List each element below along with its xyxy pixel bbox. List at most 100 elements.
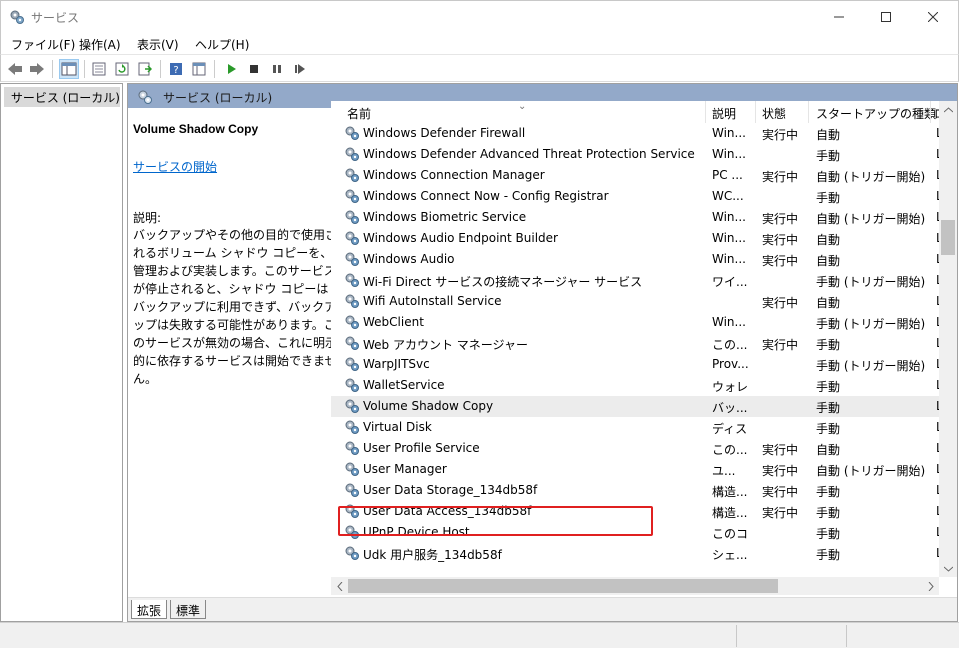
service-row[interactable]: Windows Connect Now - Config Registrar WC… (331, 186, 939, 207)
service-description: この... (712, 338, 748, 352)
scroll-right-icon[interactable] (922, 577, 939, 595)
pause-icon[interactable] (267, 59, 287, 79)
service-description: WC... (712, 189, 744, 203)
service-name: User Profile Service (363, 441, 480, 455)
service-row[interactable]: Windows AudioWin...実行中自動L (331, 249, 939, 270)
services-gear-icon (138, 90, 152, 104)
menu-file[interactable]: ファイル(F) (11, 36, 75, 53)
service-startup-type: 自動 (816, 254, 841, 268)
tab-standard[interactable]: 標準 (170, 600, 207, 619)
service-gear-icon (345, 189, 359, 203)
main-panel: サービス (ローカル) Volume Shadow Copy サービスの開始 説… (127, 83, 958, 622)
horizontal-scrollbar[interactable] (331, 577, 939, 595)
service-description: このコ... (712, 527, 748, 541)
properties-icon[interactable] (89, 59, 109, 79)
stop-icon[interactable] (244, 59, 264, 79)
service-status: 実行中 (762, 254, 799, 268)
service-status: 実行中 (762, 212, 799, 226)
minimize-button[interactable] (816, 1, 862, 33)
service-gear-icon (345, 210, 359, 224)
service-startup-type: 自動 (トリガー開始) (816, 170, 926, 184)
service-row[interactable]: User Data Storage_134db58f構造...実行中手動L (331, 480, 939, 501)
service-row[interactable]: Wifi AutoInstall Service実行中自動L (331, 291, 939, 312)
service-row[interactable]: Windows Defender Advanced Threat Protect… (331, 144, 939, 165)
service-name: Volume Shadow Copy (363, 399, 494, 413)
vertical-scroll-thumb[interactable] (941, 220, 955, 255)
scroll-left-icon[interactable] (331, 577, 348, 595)
service-status: 実行中 (762, 506, 799, 520)
service-status: 実行中 (762, 485, 799, 499)
services-app-icon (10, 10, 24, 24)
service-row[interactable]: Windows Audio Endpoint Builder Win... 実行中 自… (331, 228, 939, 249)
maximize-button[interactable] (863, 1, 909, 33)
service-startup-type: 手動 (トリガー開始) (816, 359, 926, 373)
col-header-description[interactable]: 説明 (712, 105, 736, 122)
close-button[interactable] (910, 1, 956, 33)
service-startup-type: 手動 (816, 422, 841, 436)
back-icon[interactable] (5, 59, 25, 79)
service-description: Win... (712, 315, 746, 329)
tab-extended[interactable]: 拡張 (131, 600, 168, 619)
service-row[interactable]: WarpJITSvcProv...手動 (トリガー開始)L (331, 354, 939, 375)
selected-service-name: Volume Shadow Copy (133, 122, 259, 136)
title-bar: サービス (0, 0, 959, 32)
service-row[interactable]: Udk 用户服务_134db58fシェ...手動L (331, 543, 939, 564)
service-name: User Data Storage_134db58f (363, 483, 538, 497)
service-startup-type: 手動 (トリガー開始) (816, 317, 926, 331)
forward-icon[interactable] (27, 59, 47, 79)
service-row[interactable]: WalletServiceウォレ...手動L (331, 375, 939, 396)
service-startup-type: 自動 (816, 233, 841, 247)
tree-node-services-local[interactable]: サービス (ローカル) (4, 87, 120, 107)
service-row[interactable]: Web アカウント マネージャーこの...実行中手動L (331, 333, 939, 354)
menu-help[interactable]: ヘルプ(H) (195, 36, 249, 53)
service-row[interactable]: Windows Biometric Service Win... 実行中 自動 (トリ… (331, 207, 939, 228)
svg-text:?: ? (173, 65, 178, 76)
service-gear-icon (345, 420, 359, 434)
scroll-up-icon[interactable] (939, 101, 957, 118)
service-description: Win... (712, 231, 746, 245)
service-startup-type: 手動 (816, 191, 841, 205)
service-row[interactable]: Volume Shadow Copyバッ...手動L (331, 396, 939, 417)
refresh-icon[interactable] (112, 59, 132, 79)
service-name: Wi-Fi Direct サービスの接続マネージャー サービス (363, 275, 643, 289)
service-row[interactable]: User Managerユ...実行中自動 (トリガー開始)L (331, 459, 939, 480)
service-row[interactable]: Wi-Fi Direct サービスの接続マネージャー サービス ワイ... 手動 (… (331, 270, 939, 291)
service-row[interactable]: Virtual Diskディス...手動L (331, 417, 939, 438)
start-icon[interactable] (221, 59, 241, 79)
column-headers: ⌄ 名前 説明 状態 スタートアップの種類 ロ (331, 101, 940, 123)
vertical-scrollbar[interactable] (939, 101, 957, 577)
console-icon[interactable] (189, 59, 209, 79)
col-header-startup[interactable]: スタートアップの種類 (816, 105, 936, 122)
menu-view[interactable]: 表示(V) (137, 36, 179, 53)
horizontal-scroll-thumb[interactable] (348, 579, 778, 593)
service-gear-icon (345, 252, 359, 266)
service-gear-icon (345, 336, 359, 350)
service-row[interactable]: Windows Connection Manager PC ... 実行中 自動 (ト… (331, 165, 939, 186)
restart-icon[interactable] (290, 59, 310, 79)
col-header-name[interactable]: 名前 (347, 105, 371, 122)
service-gear-icon (345, 273, 359, 287)
service-startup-type: 手動 (816, 527, 841, 541)
service-row[interactable]: Windows Defender FirewallWin...実行中自動L (331, 123, 939, 144)
service-name: WarpJITSvc (363, 357, 430, 371)
menu-action[interactable]: 操作(A) (79, 36, 121, 53)
service-row[interactable]: User Profile Serviceこの...実行中自動L (331, 438, 939, 459)
show-tree-icon[interactable] (59, 59, 79, 79)
service-startup-type: 手動 (816, 380, 841, 394)
service-description: ディス... (712, 422, 748, 436)
service-gear-icon (345, 231, 359, 245)
help-icon[interactable]: ? (166, 59, 186, 79)
service-startup-type: 自動 (816, 128, 841, 142)
service-description: Prov... (712, 357, 748, 371)
export-icon[interactable] (135, 59, 155, 79)
scroll-down-icon[interactable] (939, 560, 957, 577)
service-name: Virtual Disk (363, 420, 432, 434)
service-description: バッ... (712, 401, 748, 415)
start-service-link[interactable]: サービスの開始 (133, 158, 217, 175)
highlight-box (338, 506, 653, 536)
col-header-status[interactable]: 状態 (762, 105, 786, 122)
service-row[interactable]: WebClientWin...手動 (トリガー開始)L (331, 312, 939, 333)
service-name: Udk 用户服务_134db58f (363, 548, 502, 562)
services-gear-icon (7, 89, 8, 105)
service-startup-type: 手動 (816, 485, 841, 499)
